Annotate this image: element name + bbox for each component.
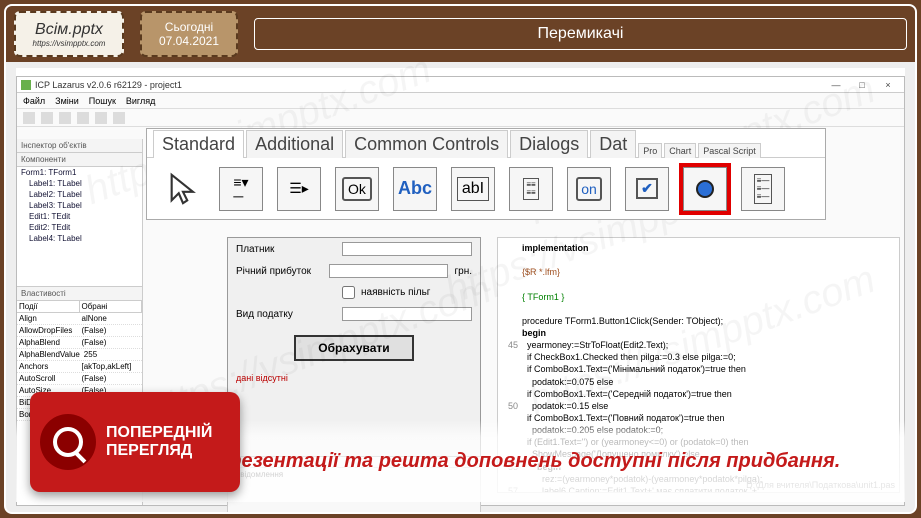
tree-node[interactable]: Label4: TLabel: [17, 233, 142, 244]
props-title: Властивості: [17, 287, 142, 301]
tab-standard[interactable]: Standard: [153, 130, 244, 158]
edit-icon[interactable]: abI: [451, 167, 495, 211]
inspector-title: Інспектор об'єктів: [17, 139, 142, 153]
menu-edit[interactable]: Зміни: [55, 96, 79, 106]
menu-search[interactable]: Пошук: [89, 96, 116, 106]
button-icon[interactable]: Ok: [335, 167, 379, 211]
ide-toolbar: [17, 109, 904, 127]
label-taxtype: Вид податку: [236, 309, 336, 320]
popupmenu-icon[interactable]: ☰▸: [277, 167, 321, 211]
save-icon[interactable]: [59, 112, 71, 124]
menu-view[interactable]: Вигляд: [126, 96, 156, 106]
run-icon[interactable]: [77, 112, 89, 124]
radiobutton-icon[interactable]: [683, 167, 727, 211]
label-icon[interactable]: Abc: [393, 167, 437, 211]
open-icon[interactable]: [41, 112, 53, 124]
tab-dialogs[interactable]: Dialogs: [510, 130, 588, 158]
minimize-button[interactable]: —: [824, 79, 848, 91]
tree-node[interactable]: Edit2: TEdit: [17, 222, 142, 233]
calc-button[interactable]: Обрахувати: [294, 335, 413, 361]
tree-node[interactable]: Label2: TLabel: [17, 189, 142, 200]
label-benefits: наявність пільг: [361, 287, 430, 298]
tab-chart[interactable]: Chart: [664, 143, 696, 158]
tab-data[interactable]: Dat: [590, 130, 636, 158]
logo-url: https://vsimpptx.com: [33, 39, 106, 48]
listbox-icon[interactable]: ≡—≡—≡—: [741, 167, 785, 211]
magnifier-icon: [40, 414, 96, 470]
site-logo: Всім.pptx https://vsimpptx.com: [14, 11, 124, 57]
label-currency: грн.: [454, 266, 472, 277]
tab-pascal[interactable]: Pascal Script: [698, 143, 761, 158]
tab-additional[interactable]: Additional: [246, 130, 343, 158]
label-payer: Платник: [236, 244, 336, 255]
app-icon: [21, 80, 31, 90]
components-title: Компоненти: [17, 153, 142, 167]
tab-pro[interactable]: Pro: [638, 143, 662, 158]
memo-icon[interactable]: ≡≡≡≡: [509, 167, 553, 211]
tree-node[interactable]: Form1: TForm1: [17, 167, 142, 178]
content-area: https://vsimpptx.com https://vsimpptx.co…: [16, 68, 905, 502]
date-value: 07.04.2021: [159, 34, 219, 48]
tree-node[interactable]: Label3: TLabel: [17, 200, 142, 211]
combo-taxtype[interactable]: [342, 307, 472, 321]
pause-icon[interactable]: [95, 112, 107, 124]
top-bar: Всім.pptx https://vsimpptx.com Сьогодні …: [6, 6, 915, 62]
tab-common[interactable]: Common Controls: [345, 130, 508, 158]
component-palette: Standard Additional Common Controls Dial…: [146, 128, 826, 220]
menu-file[interactable]: Файл: [23, 96, 45, 106]
stop-icon[interactable]: [113, 112, 125, 124]
maximize-button[interactable]: □: [850, 79, 874, 91]
date-badge: Сьогодні 07.04.2021: [140, 11, 238, 57]
close-button[interactable]: ×: [876, 79, 900, 91]
edit-payer[interactable]: [342, 242, 472, 256]
component-tree[interactable]: Form1: TForm1 Label1: TLabel Label2: TLa…: [17, 167, 142, 287]
palette-row: ≡▾─ ☰▸ Ok Abc abI ≡≡≡≡ on ✔ ≡—≡—≡—: [147, 157, 825, 219]
palette-tabs: Standard Additional Common Controls Dial…: [147, 129, 825, 157]
label-income: Річний прибуток: [236, 266, 323, 277]
cursor-tool-icon[interactable]: [161, 167, 205, 211]
checkbox-benefits[interactable]: [342, 286, 355, 299]
checkbox-icon[interactable]: ✔: [625, 167, 669, 211]
new-icon[interactable]: [23, 112, 35, 124]
preview-text: ПОПЕРЕДНІЙ ПЕРЕГЛЯД: [106, 424, 212, 459]
ide-menu: Файл Зміни Пошук Вигляд: [17, 93, 904, 109]
error-label: дані відсутні: [228, 373, 480, 383]
date-label: Сьогодні: [165, 20, 213, 34]
ide-title: ICP Lazarus v2.0.6 r62129 - project1: [35, 80, 182, 90]
slide-title: Перемикачі: [254, 18, 907, 50]
ide-titlebar: ICP Lazarus v2.0.6 r62129 - project1 — □…: [17, 77, 904, 93]
preview-badge: ПОПЕРЕДНІЙ ПЕРЕГЛЯД: [30, 392, 240, 492]
edit-income[interactable]: [329, 264, 448, 278]
tree-node[interactable]: Edit1: TEdit: [17, 211, 142, 222]
togglebox-icon[interactable]: on: [567, 167, 611, 211]
mainmenu-icon[interactable]: ≡▾─: [219, 167, 263, 211]
tree-node[interactable]: Label1: TLabel: [17, 178, 142, 189]
logo-text: Всім.pptx: [35, 21, 103, 39]
